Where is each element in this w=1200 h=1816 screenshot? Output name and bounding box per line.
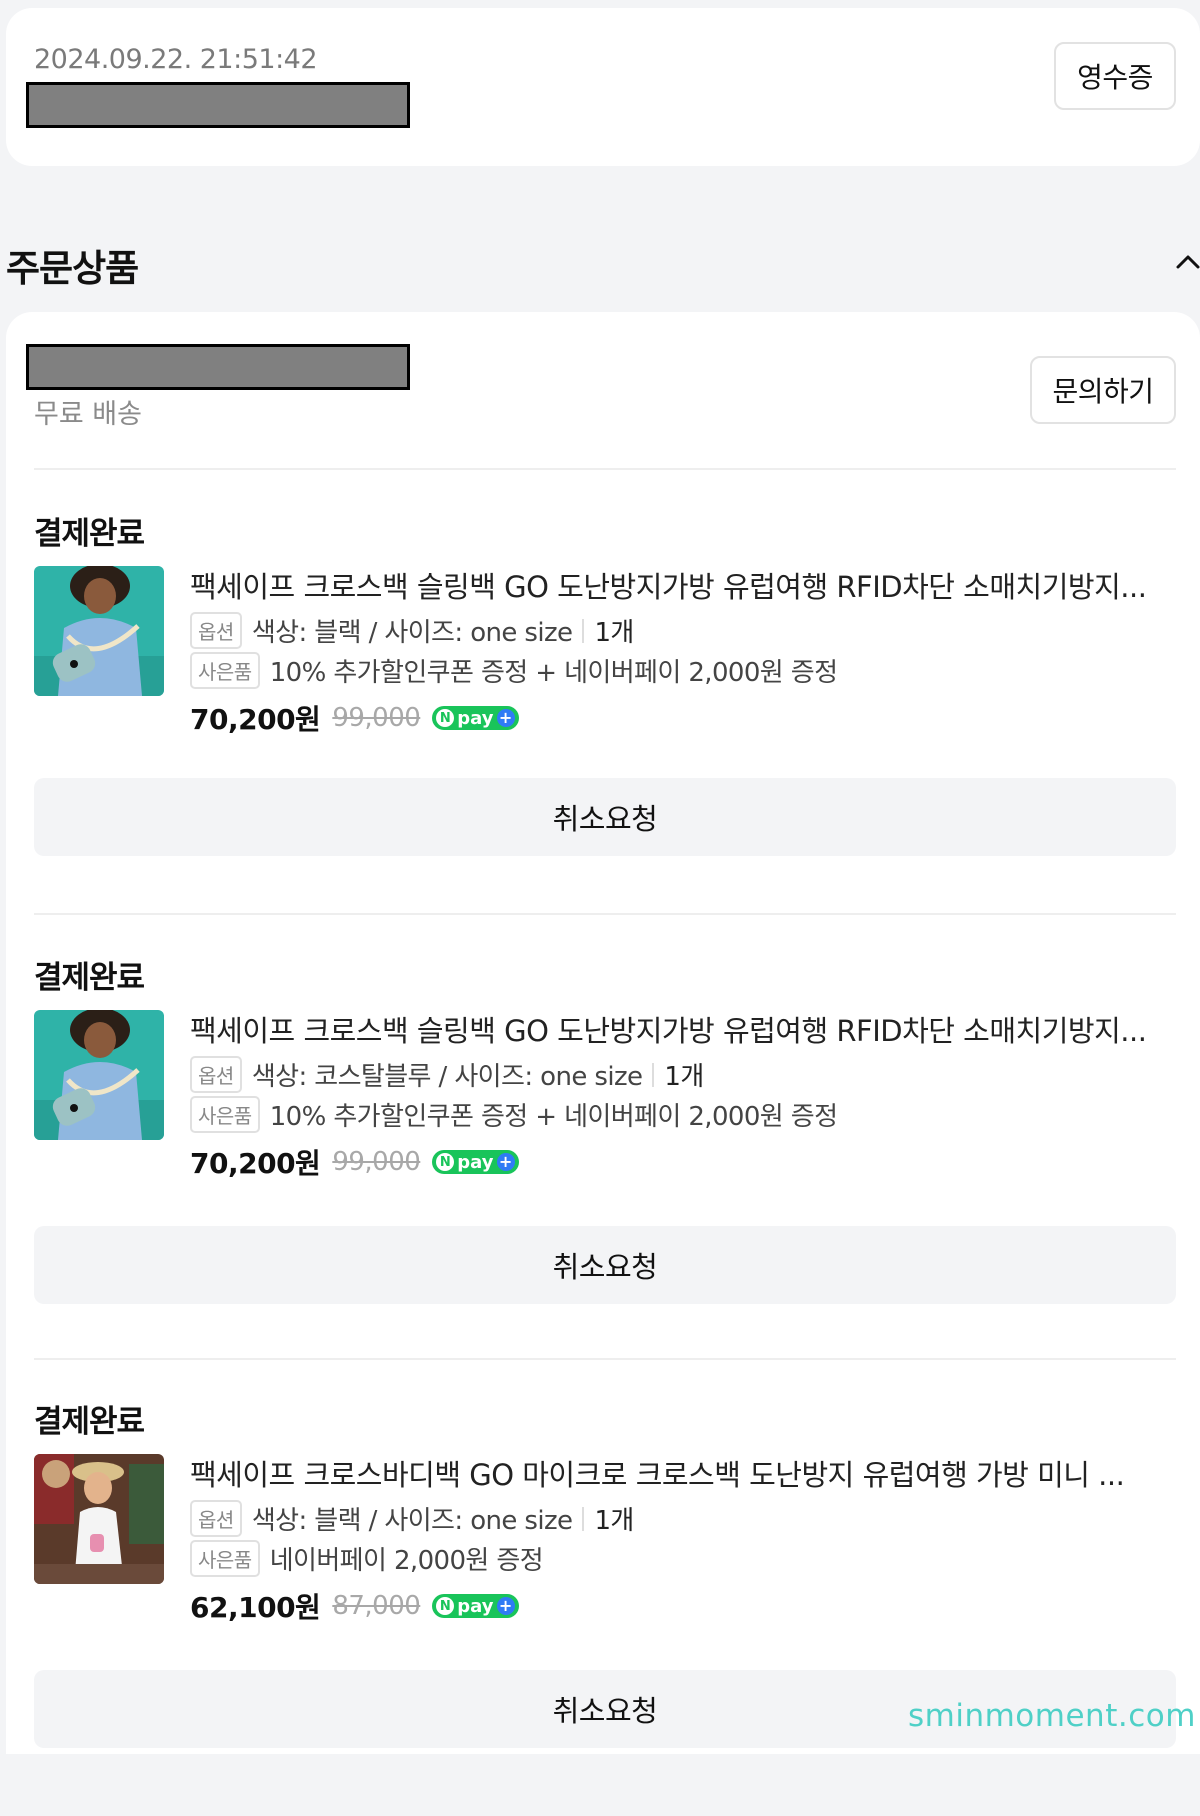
price-row: 70,200원 99,000 Npay + — [190, 1142, 519, 1182]
divider — [34, 468, 1176, 470]
chevron-up-icon[interactable] — [1174, 250, 1200, 272]
product-thumbnail[interactable] — [34, 1010, 164, 1140]
option-tag: 옵션 — [190, 612, 242, 649]
quantity: 1개 — [664, 1062, 704, 1092]
option-text: 색상: 블랙 / 사이즈: one size — [251, 1506, 573, 1536]
price-row: 70,200원 99,000 Npay + — [190, 698, 519, 738]
option-text: 색상: 블랙 / 사이즈: one size — [251, 618, 573, 648]
sale-price: 62,100원 — [190, 1591, 321, 1624]
gift-row: 사은품 네이버페이 2,000원 증정 — [190, 1540, 544, 1577]
separator — [652, 1062, 655, 1087]
original-price: 87,000 — [332, 1591, 421, 1621]
plus-icon: + — [496, 1153, 515, 1171]
plus-icon: + — [496, 1597, 515, 1615]
payment-status: 결제완료 — [34, 516, 145, 552]
gift-tag: 사은품 — [190, 1540, 260, 1577]
order-datetime: 2024.09.22. 21:51:42 — [34, 44, 318, 75]
gift-tag: 사은품 — [190, 652, 260, 689]
npay-plus-badge: Npay + — [432, 706, 519, 730]
npay-label: pay — [457, 707, 494, 729]
original-price: 99,000 — [332, 703, 421, 733]
product-name[interactable]: 팩세이프 크로스바디백 GO 마이크로 크로스백 도난방지 유럽여행 가방 미니… — [190, 1452, 1176, 1494]
product-thumbnail[interactable] — [34, 566, 164, 696]
payment-status: 결제완료 — [34, 1404, 145, 1440]
original-price: 99,000 — [332, 1147, 421, 1177]
order-item-3: 결제완료 팩세이프 크로스바디백 GO 마이크로 크로스백 도난방지 유럽여행 … — [0, 1396, 1200, 1816]
npay-plus-badge: Npay + — [432, 1150, 519, 1174]
gift-text: 10% 추가할인쿠폰 증정 + 네이버페이 2,000원 증정 — [269, 1102, 838, 1132]
plus-icon: + — [496, 709, 515, 727]
option-tag: 옵션 — [190, 1056, 242, 1093]
option-row: 옵션 색상: 코스탈블루 / 사이즈: one size 1개 — [190, 1056, 704, 1093]
gift-tag: 사은품 — [190, 1096, 260, 1133]
option-row: 옵션 색상: 블랙 / 사이즈: one size 1개 — [190, 1500, 634, 1537]
section-title: 주문상품 — [6, 247, 139, 290]
gift-text: 네이버페이 2,000원 증정 — [269, 1546, 544, 1576]
inquiry-button[interactable]: 문의하기 — [1030, 356, 1176, 424]
npay-label: pay — [457, 1595, 494, 1617]
option-text: 색상: 코스탈블루 / 사이즈: one size — [251, 1062, 643, 1092]
sale-price: 70,200원 — [190, 1147, 321, 1180]
shipping-info: 무료 배송 — [34, 399, 142, 430]
naver-n-icon: N — [436, 1597, 455, 1615]
gift-row: 사은품 10% 추가할인쿠폰 증정 + 네이버페이 2,000원 증정 — [190, 652, 838, 689]
quantity: 1개 — [594, 618, 634, 648]
cancel-request-button[interactable]: 취소요청 — [34, 1226, 1176, 1304]
receipt-button[interactable]: 영수증 — [1054, 42, 1176, 110]
gift-text: 10% 추가할인쿠폰 증정 + 네이버페이 2,000원 증정 — [269, 658, 838, 688]
naver-n-icon: N — [436, 1153, 455, 1171]
separator — [582, 618, 585, 643]
order-item-2: 결제완료 팩세이프 크로스백 슬링백 GO 도난방지가방 유럽여행 RFID차단… — [0, 952, 1200, 1372]
divider — [34, 913, 1176, 915]
quantity: 1개 — [594, 1506, 634, 1536]
order-item-1: 결제완료 팩세이프 크로스백 슬링백 GO 도난방지가방 유럽여행 RFID차단… — [0, 508, 1200, 928]
npay-plus-badge: Npay + — [432, 1594, 519, 1618]
option-row: 옵션 색상: 블랙 / 사이즈: one size 1개 — [190, 612, 634, 649]
naver-n-icon: N — [436, 709, 455, 727]
payment-status: 결제완료 — [34, 960, 145, 996]
watermark: sminmoment.com — [908, 1698, 1196, 1734]
product-name[interactable]: 팩세이프 크로스백 슬링백 GO 도난방지가방 유럽여행 RFID차단 소매치기… — [190, 564, 1176, 606]
redacted-order-number — [26, 82, 410, 128]
product-name[interactable]: 팩세이프 크로스백 슬링백 GO 도난방지가방 유럽여행 RFID차단 소매치기… — [190, 1008, 1176, 1050]
price-row: 62,100원 87,000 Npay + — [190, 1586, 519, 1626]
cancel-request-button[interactable]: 취소요청 — [34, 778, 1176, 856]
product-thumbnail[interactable] — [34, 1454, 164, 1584]
divider — [34, 1358, 1176, 1360]
sale-price: 70,200원 — [190, 703, 321, 736]
redacted-store-name — [26, 344, 410, 390]
separator — [582, 1506, 585, 1531]
gift-row: 사은품 10% 추가할인쿠폰 증정 + 네이버페이 2,000원 증정 — [190, 1096, 838, 1133]
npay-label: pay — [457, 1151, 494, 1173]
option-tag: 옵션 — [190, 1500, 242, 1537]
